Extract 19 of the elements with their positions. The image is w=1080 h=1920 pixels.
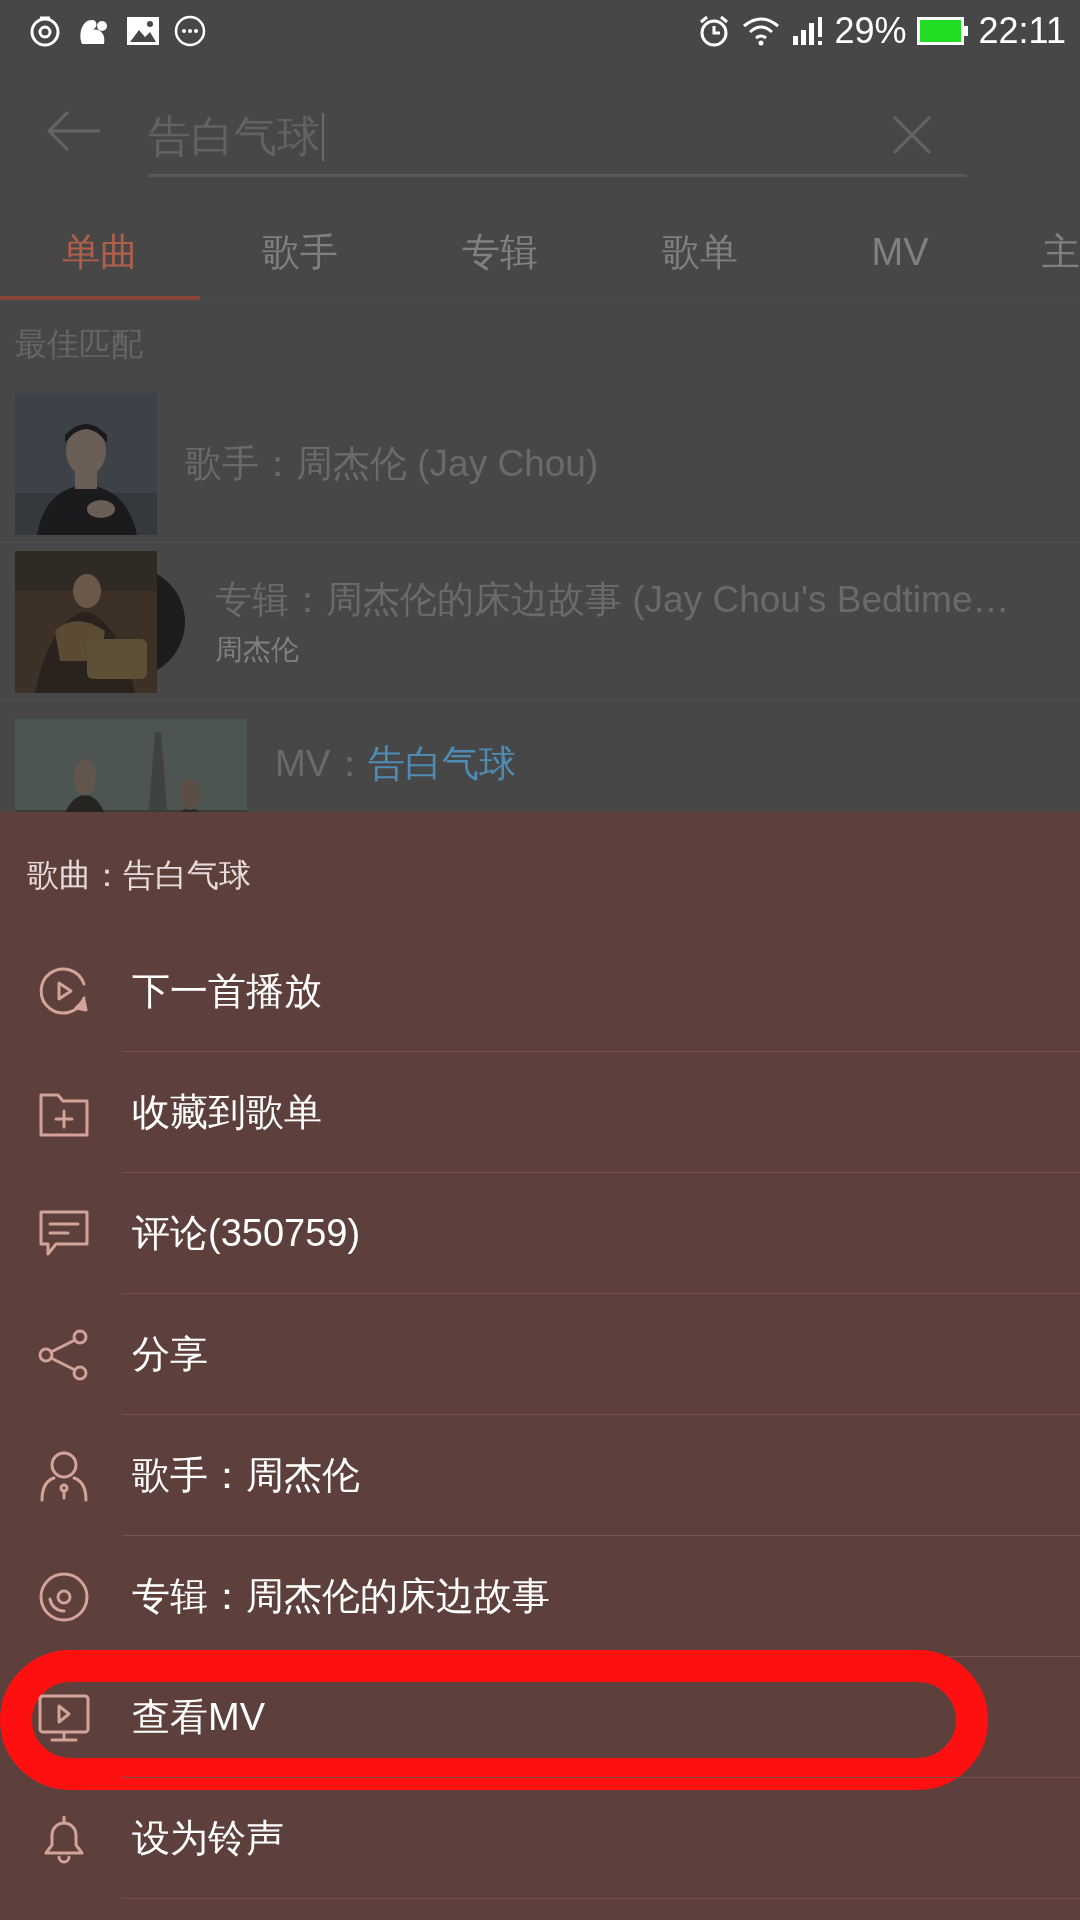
menu-item[interactable]: 专辑：周杰伦的床边故事 xyxy=(0,1536,1080,1657)
menu-item[interactable]: 收藏到歌单 xyxy=(0,1052,1080,1173)
result-highlight: 告白气球 xyxy=(367,743,516,784)
tab[interactable]: 歌单 xyxy=(600,200,800,300)
tab[interactable]: 单曲 xyxy=(0,200,200,300)
sheet-title: 歌曲：告白气球 xyxy=(26,856,252,895)
result-artist: 周杰伦 xyxy=(215,632,300,667)
menu-item[interactable]: 评论(350759) xyxy=(0,1173,1080,1294)
tab[interactable]: 主 xyxy=(1000,200,1080,300)
clock-time: 22:11 xyxy=(978,10,1066,52)
menu-item[interactable]: 分享 xyxy=(0,1294,1080,1415)
battery-percent: 29% xyxy=(834,10,907,52)
menu-item[interactable]: 查看MV xyxy=(0,1657,1080,1778)
menu-item[interactable]: 下一首播放 xyxy=(0,931,1080,1052)
tab[interactable]: 专辑 xyxy=(400,200,600,300)
tab[interactable]: 歌手 xyxy=(200,200,400,300)
menu-item[interactable]: 歌手：周杰伦 xyxy=(0,1415,1080,1536)
tab[interactable]: MV xyxy=(800,200,1000,300)
menu-item[interactable]: 设为铃声 xyxy=(0,1778,1080,1899)
